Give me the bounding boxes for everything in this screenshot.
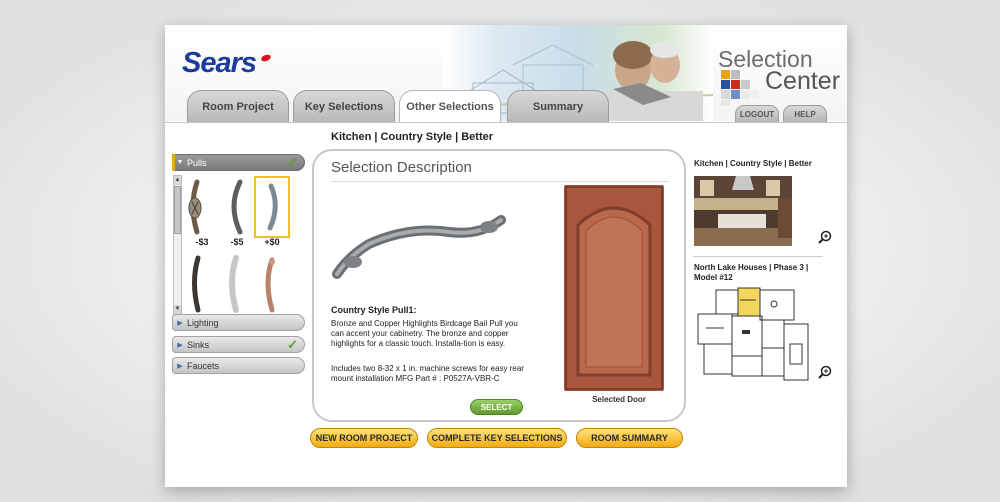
room-summary-button[interactable]: ROOM SUMMARY — [576, 428, 683, 448]
header-divider — [165, 122, 847, 123]
thumbnail-scrollbar[interactable]: ▲ ▼ — [173, 175, 182, 315]
chevron-down-icon: ▼ — [176, 159, 184, 166]
category-label: Faucets — [187, 360, 220, 371]
header: Sears Selection Center Room Project Key … — [165, 25, 847, 123]
thumbnail-price: -$5 — [230, 237, 244, 247]
logout-button[interactable]: LOGOUT — [735, 105, 779, 123]
category-faucets[interactable]: ▶ Faucets — [172, 357, 305, 374]
selected-door-image — [564, 185, 664, 391]
category-sinks[interactable]: ▶ Sinks ✓ — [172, 336, 305, 353]
right-divider — [693, 256, 823, 257]
zoom-in-icon[interactable] — [818, 365, 832, 379]
product-name: Country Style Pull1: — [331, 305, 417, 315]
selection-center-app: Sears Selection Center Room Project Key … — [165, 25, 847, 487]
door-caption: Selected Door — [592, 395, 646, 404]
scroll-thumb[interactable] — [174, 186, 181, 234]
chevron-right-icon: ▶ — [177, 319, 183, 327]
product-image-pull — [332, 215, 506, 279]
floorplan-label: North Lake Houses | Phase 3 | Model #12 — [694, 263, 809, 282]
tab-other-selections[interactable]: Other Selections — [399, 90, 501, 123]
thumbnail-copper-pull[interactable] — [254, 254, 288, 314]
thumbnail-satin-nickel-pull[interactable] — [220, 254, 254, 314]
selection-center-mosaic-icon — [721, 70, 761, 108]
kitchen-photo[interactable] — [694, 176, 792, 246]
tab-room-project[interactable]: Room Project — [187, 90, 289, 122]
floorplan-image[interactable] — [694, 284, 824, 384]
checkmark-icon: ✓ — [287, 337, 298, 352]
breadcrumb: Kitchen | Country Style | Better — [331, 131, 494, 143]
chevron-right-icon: ▶ — [177, 341, 183, 349]
active-category-marker — [172, 154, 175, 171]
thumbnail-pewter-arch-pull[interactable] — [254, 176, 290, 238]
category-label: Lighting — [187, 317, 219, 328]
complete-key-selections-button[interactable]: COMPLETE KEY SELECTIONS — [427, 428, 567, 448]
zoom-in-icon[interactable] — [818, 230, 832, 244]
product-description: Bronze and Copper Highlights Birdcage Ba… — [331, 319, 518, 348]
new-room-project-button[interactable]: NEW ROOM PROJECT — [310, 428, 418, 448]
heading-divider — [331, 181, 669, 182]
room-label: Kitchen | Country Style | Better — [694, 159, 812, 168]
product-includes: Includes two 8-32 x 1 in. machine screws… — [331, 364, 524, 383]
thumbnail-birdcage-bail-pull[interactable] — [185, 178, 219, 238]
thumbnail-dark-bar-pull[interactable] — [220, 178, 254, 238]
tab-key-selections[interactable]: Key Selections — [293, 90, 395, 122]
checkmark-icon: ✓ — [287, 155, 298, 170]
chevron-right-icon: ▶ — [177, 362, 183, 370]
category-pulls[interactable]: ▼ Pulls ✓ — [172, 154, 305, 171]
sears-logo-swoosh — [260, 53, 272, 63]
category-label: Sinks — [187, 339, 210, 350]
scroll-up-icon[interactable]: ▲ — [174, 176, 181, 185]
panel-heading: Selection Description — [331, 159, 472, 176]
thumbnail-oil-bronze-pull[interactable] — [185, 254, 219, 314]
help-button[interactable]: HELP — [783, 105, 827, 123]
thumbnail-price: +$0 — [264, 237, 280, 247]
selection-center-title-line2: Center — [765, 67, 841, 95]
category-lighting[interactable]: ▶ Lighting — [172, 314, 305, 331]
selection-description-panel: Selection Description Country Style Pull… — [312, 149, 686, 422]
select-button[interactable]: SELECT — [470, 399, 523, 415]
thumbnail-price: -$3 — [195, 237, 209, 247]
sears-logo[interactable]: Sears — [182, 47, 257, 80]
category-label: Pulls — [187, 157, 207, 168]
tab-summary[interactable]: Summary — [507, 90, 609, 122]
scroll-down-icon[interactable]: ▼ — [174, 305, 181, 314]
